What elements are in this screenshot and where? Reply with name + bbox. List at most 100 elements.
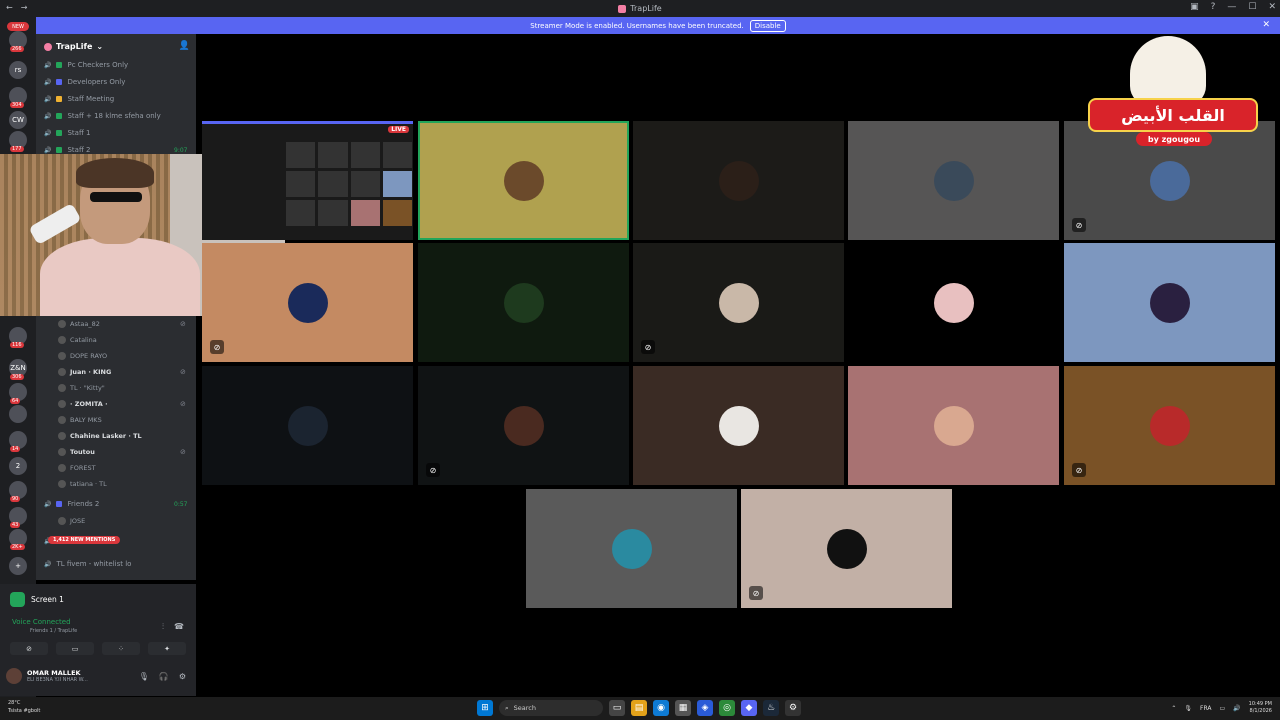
text-channel[interactable]: 🔊 TL fivem - whitelist lo xyxy=(44,560,131,568)
participant-tile[interactable] xyxy=(848,121,1059,240)
chrome-icon[interactable]: ◎ xyxy=(719,700,735,716)
voice-channel[interactable]: 🔊 Staff + 18 klme sfeha only xyxy=(44,112,161,120)
help-icon[interactable]: ? xyxy=(1211,2,1216,12)
server-icon[interactable] xyxy=(9,405,27,423)
language-indicator[interactable]: FRA xyxy=(1200,705,1211,712)
edge-icon[interactable]: ◉ xyxy=(653,700,669,716)
windows-start-icon[interactable]: ⊞ xyxy=(477,700,493,716)
voice-member[interactable]: Catalina xyxy=(58,336,97,344)
weather-widget[interactable]: 28°C Tsista #gbolt xyxy=(8,699,40,715)
mic-tray-icon[interactable]: 🎙 xyxy=(1184,705,1192,712)
mic-icon[interactable]: 🎙 xyxy=(139,672,149,681)
forward-icon[interactable]: → xyxy=(21,3,28,12)
participant-tile[interactable] xyxy=(418,121,629,240)
guild-name[interactable]: TrapLife ⌄ xyxy=(44,42,103,51)
screen-share-row[interactable]: Screen 1 xyxy=(10,592,64,607)
server-icon[interactable]: 43 xyxy=(9,507,27,528)
discord-icon[interactable]: ◆ xyxy=(741,700,757,716)
voice-member[interactable]: Chahine Lasker · TL xyxy=(58,432,142,440)
server-icon[interactable]: 266 xyxy=(9,31,27,52)
camera-button[interactable]: ⊘ xyxy=(10,642,48,655)
server-icon[interactable]: 304 xyxy=(9,87,27,108)
network-icon[interactable]: ▭ xyxy=(1220,705,1226,712)
steam-icon[interactable]: ♨ xyxy=(763,700,779,716)
server-icon[interactable]: Z&N 306 xyxy=(9,359,27,380)
add-user-icon[interactable]: 👤 xyxy=(179,41,190,51)
participant-tile[interactable]: ⊘ xyxy=(1064,366,1275,485)
voice-member[interactable]: · ZOMITA · xyxy=(58,400,108,408)
maximize-button[interactable]: ☐ xyxy=(1248,2,1256,12)
participant-tile[interactable]: ⊘ xyxy=(202,243,413,362)
inbox-icon[interactable]: ▣ xyxy=(1190,2,1199,12)
noise-suppression-icon[interactable]: ⫶ xyxy=(162,622,164,632)
settings-icon[interactable]: ⚙ xyxy=(785,700,801,716)
volume-icon[interactable]: 🔊 xyxy=(1233,705,1240,712)
server-icon[interactable]: 64 xyxy=(9,383,27,404)
voice-member[interactable]: Astaa_82 xyxy=(58,320,100,328)
disconnect-icon[interactable]: ☎ xyxy=(174,622,184,632)
voice-connected-status[interactable]: Voice Connected xyxy=(12,618,71,626)
participant-tile[interactable] xyxy=(526,489,737,608)
participant-tile[interactable] xyxy=(848,243,1059,362)
clock[interactable]: 10:49 PM 8/1/2026 xyxy=(1249,701,1272,715)
server-icon[interactable]: 2K+ xyxy=(9,529,27,550)
activities-button[interactable]: ⁘ xyxy=(102,642,140,655)
participant-tile[interactable] xyxy=(633,366,844,485)
server-icon[interactable]: 90 xyxy=(9,481,27,502)
voice-member[interactable]: Juan · KING xyxy=(58,368,111,376)
voice-channel[interactable]: 🔊 Pc Checkers Only xyxy=(44,61,128,69)
close-icon[interactable]: ✕ xyxy=(1262,20,1270,30)
server-icon[interactable]: 2 xyxy=(9,457,27,475)
gear-icon[interactable]: ⚙ xyxy=(179,672,186,681)
server-icon[interactable]: 177 xyxy=(9,131,27,152)
voice-member[interactable]: TL · "Kitty" xyxy=(58,384,105,392)
participant-tile[interactable] xyxy=(202,366,413,485)
back-icon[interactable]: ← xyxy=(6,3,13,12)
soundboard-button[interactable]: ✦ xyxy=(148,642,186,655)
search-box[interactable]: ⌕ Search xyxy=(499,700,603,716)
participant-tile[interactable] xyxy=(633,121,844,240)
voice-channel[interactable]: 🔊 Staff 1 xyxy=(44,129,90,137)
voice-member[interactable]: BALY MKS xyxy=(58,416,102,424)
headphones-icon[interactable]: 🎧 xyxy=(159,672,169,681)
participant-tile[interactable]: ⊘ xyxy=(633,243,844,362)
logo-subtitle: by zgougou xyxy=(1136,132,1212,146)
app-icon[interactable]: ◈ xyxy=(697,700,713,716)
avatar xyxy=(826,528,867,569)
add-server-icon[interactable]: + xyxy=(9,557,27,575)
server-icon[interactable]: 14 xyxy=(9,431,27,452)
server-icon[interactable]: rs xyxy=(9,61,27,79)
voice-channel[interactable]: 🔊 Staff Meeting xyxy=(44,95,114,103)
window-controls: ▣ ? — ☐ ✕ xyxy=(1190,2,1276,12)
tray-chevron-icon[interactable]: ⌃ xyxy=(1171,705,1176,712)
participant-tile[interactable] xyxy=(848,366,1059,485)
voice-channel[interactable]: 🔊 Staff 2 9:07 xyxy=(44,146,187,154)
screen-share-button[interactable]: ▭ xyxy=(56,642,94,655)
new-badge[interactable]: NEW xyxy=(7,22,29,31)
participant-tile[interactable]: ⊘ xyxy=(418,366,629,485)
voice-member[interactable]: JOSE xyxy=(58,517,85,525)
task-view-icon[interactable]: ▭ xyxy=(609,700,625,716)
participant-tile[interactable] xyxy=(1064,243,1275,362)
user-info[interactable]: OMAR MALLEK ELI BE3NA Y.II NHAR W... xyxy=(6,668,88,684)
participant-tile[interactable] xyxy=(418,243,629,362)
voice-channel-name[interactable]: Friends 1 / TrapLife xyxy=(30,628,77,634)
banner-text: Streamer Mode is enabled. Usernames have… xyxy=(530,21,744,30)
server-icon[interactable]: CW xyxy=(9,111,27,129)
avatar xyxy=(933,405,974,446)
voice-channel[interactable]: 🔊 Friends 2 0:57 xyxy=(44,500,187,508)
voice-member[interactable]: tatiana · TL xyxy=(58,480,107,488)
file-explorer-icon[interactable]: ▤ xyxy=(631,700,647,716)
participant-tile[interactable]: ⊘ xyxy=(741,489,952,608)
voice-member[interactable]: DOPE RAYO xyxy=(58,352,107,360)
server-icon[interactable]: 116 xyxy=(9,327,27,348)
stream-tile[interactable]: LIVE xyxy=(202,121,413,240)
store-icon[interactable]: ▦ xyxy=(675,700,691,716)
voice-channel[interactable]: 🔊 Developers Only xyxy=(44,78,125,86)
new-mentions-badge[interactable]: 1,412 NEW MENTIONS xyxy=(48,536,121,544)
minimize-button[interactable]: — xyxy=(1227,2,1236,12)
voice-member[interactable]: FOREST xyxy=(58,464,96,472)
voice-member[interactable]: Toutou xyxy=(58,448,95,456)
close-window-button[interactable]: ✕ xyxy=(1268,2,1276,12)
disable-button[interactable]: Disable xyxy=(749,19,786,32)
